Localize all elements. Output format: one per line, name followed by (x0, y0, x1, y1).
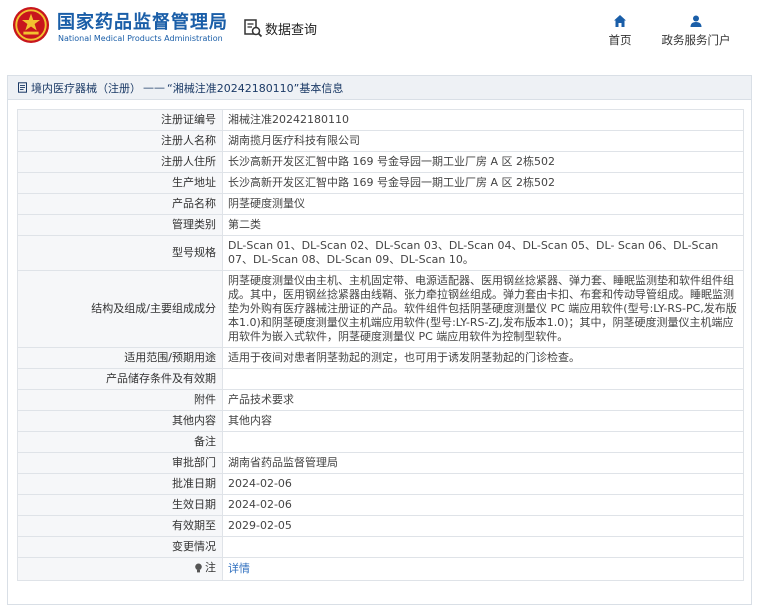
row-value: 湘械注准20242180110 (222, 109, 744, 131)
row-value: 湖南揽月医疗科技有限公司 (222, 130, 744, 152)
table-row: 有效期至 2029-02-05 (17, 515, 744, 537)
row-label: 注册证编号 (17, 109, 223, 131)
row-value: 产品技术要求 (222, 389, 744, 411)
row-value: 长沙高新开发区汇智中路 169 号金导园一期工业厂房 A 区 2栋502 (222, 172, 744, 194)
table-row: 生效日期 2024-02-06 (17, 494, 744, 516)
table-row: 型号规格 DL-Scan 01、DL-Scan 02、DL-Scan 03、DL-… (17, 235, 744, 271)
info-table: 注册证编号 湘械注准20242180110 注册人名称 湖南揽月医疗科技有限公司 注… (17, 109, 744, 581)
bulb-icon (195, 563, 202, 573)
nav-home[interactable]: 首页 (603, 14, 637, 48)
home-icon (614, 15, 626, 27)
nav-service-label: 政务服务门户 (661, 33, 731, 47)
table-row: 注册人住所 长沙高新开发区汇智中路 169 号金导园一期工业厂房 A 区 2栋50… (17, 151, 744, 173)
row-value (222, 536, 744, 558)
row-label: 批准日期 (17, 473, 223, 495)
row-label: 适用范围/预期用途 (17, 347, 223, 369)
table-row: 附件 产品技术要求 (17, 389, 744, 411)
table-row: 批准日期 2024-02-06 (17, 473, 744, 495)
table-row: 其他内容 其他内容 (17, 410, 744, 432)
row-label: 有效期至 (17, 515, 223, 537)
panel-title: 境内医疗器械（注册） —— “湘械注准20242180110”基本信息 (8, 76, 751, 100)
note-value-cell: 详情 (222, 557, 744, 581)
row-value: 阴茎硬度测量仪 (222, 193, 744, 215)
table-row: 变更情况 (17, 536, 744, 558)
row-value: 长沙高新开发区汇智中路 169 号金导园一期工业厂房 A 区 2栋502 (222, 151, 744, 173)
row-value: DL-Scan 01、DL-Scan 02、DL-Scan 03、DL-Scan… (222, 235, 744, 271)
row-label: 产品名称 (17, 193, 223, 215)
brand-subtitle: National Medical Products Administration (58, 34, 223, 43)
row-label: 备注 (17, 431, 223, 453)
panel-title-prefix: 境内医疗器械（注册） (31, 81, 141, 95)
row-value: 2029-02-05 (222, 515, 744, 537)
row-label: 注册人住所 (17, 151, 223, 173)
emblem-icon (12, 6, 50, 44)
row-value (222, 431, 744, 453)
search-doc-icon (244, 19, 263, 38)
row-value: 第二类 (222, 214, 744, 236)
row-value: 2024-02-06 (222, 473, 744, 495)
table-row: 备注 (17, 431, 744, 453)
table-row: 生产地址 长沙高新开发区汇智中路 169 号金导园一期工业厂房 A 区 2栋502 (17, 172, 744, 194)
row-value: 阴茎硬度测量仪由主机、主机固定带、电源适配器、医用钢丝捻紧器、弹力套、睡眠监测垫… (222, 270, 744, 348)
table-row: 产品名称 阴茎硬度测量仪 (17, 193, 744, 215)
table-row: 审批部门 湖南省药品监督管理局 (17, 452, 744, 474)
table-row: 注册证编号 湘械注准20242180110 (17, 109, 744, 131)
nav-home-label: 首页 (608, 33, 632, 47)
row-label: 附件 (17, 389, 223, 411)
row-value: 适用于夜间对患者阴茎勃起的测定，也可用于诱发阴茎勃起的门诊检查。 (222, 347, 744, 369)
row-label: 生效日期 (17, 494, 223, 516)
panel-title-separator: —— (143, 81, 165, 94)
detail-panel: 境内医疗器械（注册） —— “湘械注准20242180110”基本信息 注册证编… (7, 75, 752, 605)
note-label-wrap: 注 (194, 561, 216, 575)
row-label: 其他内容 (17, 410, 223, 432)
data-query-link[interactable]: 数据查询 (243, 18, 317, 38)
data-query-label: 数据查询 (265, 22, 318, 38)
row-value: 2024-02-06 (222, 494, 744, 516)
brand-title[interactable]: 国家药品监督管理局 (57, 8, 228, 34)
table-row: 适用范围/预期用途 适用于夜间对患者阴茎勃起的测定，也可用于诱发阴茎勃起的门诊检查… (17, 347, 744, 369)
table-row: 产品储存条件及有效期 (17, 368, 744, 390)
row-label: 管理类别 (17, 214, 223, 236)
note-label-cell: 注 (17, 557, 223, 581)
row-label: 变更情况 (17, 536, 223, 558)
panel-title-main: “湘械注准20242180110”基本信息 (167, 81, 344, 95)
row-label: 产品储存条件及有效期 (17, 368, 223, 390)
row-label: 审批部门 (17, 452, 223, 474)
user-icon (690, 15, 702, 27)
note-label: 注 (205, 561, 216, 574)
detail-link[interactable]: 详情 (228, 562, 250, 575)
nav-service-portal[interactable]: 政务服务门户 (657, 14, 735, 48)
document-icon (18, 82, 27, 93)
row-label: 型号规格 (17, 235, 223, 271)
table-row: 结构及组成/主要组成成分 阴茎硬度测量仪由主机、主机固定带、电源适配器、医用钢丝捻… (17, 270, 744, 348)
table-row: 管理类别 第二类 (17, 214, 744, 236)
table-row: 注册人名称 湖南揽月医疗科技有限公司 (17, 130, 744, 152)
row-value: 湖南省药品监督管理局 (222, 452, 744, 474)
row-value: 其他内容 (222, 410, 744, 432)
row-label: 注册人名称 (17, 130, 223, 152)
row-label: 生产地址 (17, 172, 223, 194)
site-header: 国家药品监督管理局 National Medical Products Admi… (0, 0, 759, 60)
row-label: 结构及组成/主要组成成分 (17, 270, 223, 348)
table-row: 注 详情 (17, 557, 744, 581)
row-value (222, 368, 744, 390)
